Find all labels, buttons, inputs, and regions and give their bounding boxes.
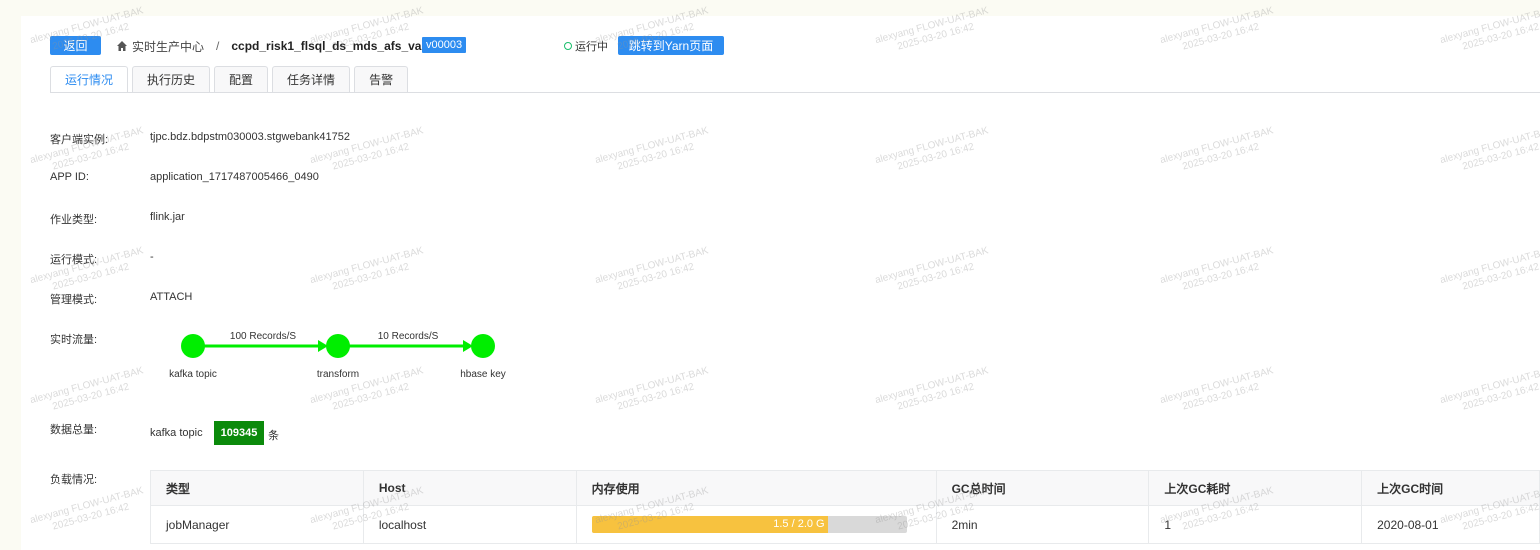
cell-last-gc-time: 2020-08-01 [1361,505,1540,544]
app-id-value: application_1717487005466_0490 [150,171,319,183]
flow-node-label-hbase: hbase key [460,369,506,380]
cell-gc-total: 2min [935,505,1150,544]
col-header-last-gc-time: 上次GC时间 [1361,470,1540,506]
flow-node-transform [326,334,350,358]
tab-alerts[interactable]: 告警 [354,66,409,92]
status-indicator: 运行中 [564,38,608,54]
client-instance-value: tjpc.bdz.bdpstm030003.stgwebank41752 [150,131,350,143]
flow-diagram: 100 Records/S 10 Records/S kafka topic t… [169,331,506,380]
realtime-flow-label: 实时流量: [50,334,98,346]
col-header-host: Host [362,470,577,506]
cell-last-gc-cost: 1 [1148,505,1363,544]
tab-divider [50,92,1540,93]
flow-node-hbase [471,334,495,358]
table-header-row: 类型 Host 内存使用 GC总时间 上次GC耗时 上次GC时间 [150,470,1540,506]
manage-mode-value: ATTACH [150,291,193,303]
tab-bar: 运行情况 执行历史 配置 任务详情 告警 [50,66,409,92]
load-table: 类型 Host 内存使用 GC总时间 上次GC耗时 上次GC时间 jobMana… [150,470,1540,544]
flow-edge-label-2: 10 Records/S [378,331,439,342]
breadcrumb: 实时生产中心 / ccpd_risk1_flsql_ds_mds_afs_var… [116,38,451,54]
col-header-gc-total: GC总时间 [935,470,1150,506]
home-icon [117,41,127,51]
cell-host: localhost [362,505,577,544]
memory-progress-text: 1.5 / 2.0 G [773,518,825,530]
load-label: 负载情况: [50,474,98,486]
version-badge: v00003 [422,37,467,53]
tab-execution-history[interactable]: 执行历史 [132,66,211,92]
job-type-value: flink.jar [150,211,185,223]
manage-mode-label: 管理模式: [50,294,98,306]
memory-progress-bar: 1.5 / 2.0 G [591,516,907,533]
breadcrumb-home[interactable]: 实时生产中心 [132,38,204,55]
total-count-badge: 109345 [214,421,264,445]
cell-type: jobManager [150,505,364,544]
job-name: ccpd_risk1_flsql_ds_mds_afs_var_cnt [231,39,451,53]
flow-node-label-transform: transform [317,369,359,380]
status-text: 运行中 [575,41,608,53]
cell-memory: 1.5 / 2.0 G [575,505,937,544]
flow-node-kafka [181,334,205,358]
back-button[interactable]: 返回 [50,36,101,55]
yarn-page-button[interactable]: 跳转到Yarn页面 [618,36,724,55]
run-mode-label: 运行模式: [50,254,98,266]
flow-node-label-kafka: kafka topic [169,369,217,380]
total-unit: 条 [268,430,279,442]
col-header-last-gc-cost: 上次GC耗时 [1148,470,1363,506]
table-row: jobManager localhost 1.5 / 2.0 G 2min 1 … [150,505,1540,544]
job-type-label: 作业类型: [50,214,98,226]
tab-running-status[interactable]: 运行情况 [50,66,129,92]
tab-task-details[interactable]: 任务详情 [272,66,351,92]
tab-config[interactable]: 配置 [214,66,269,92]
total-label: 数据总量: [50,424,98,436]
run-mode-value: - [150,251,154,263]
app-id-label: APP ID: [50,171,89,183]
col-header-type: 类型 [150,470,364,506]
breadcrumb-separator: / [216,39,220,53]
total-source: kafka topic [150,427,203,439]
status-dot-icon [564,42,572,50]
client-instance-label: 客户端实例: [50,134,109,146]
col-header-memory: 内存使用 [575,470,937,506]
flow-edge-label-1: 100 Records/S [230,331,296,342]
